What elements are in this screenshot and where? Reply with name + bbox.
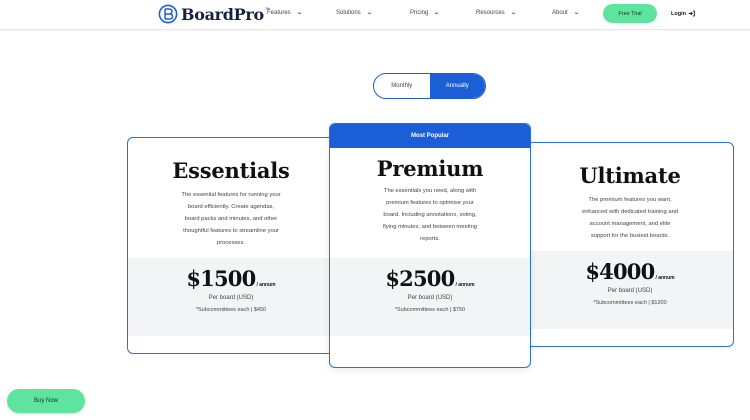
toggle-monthly[interactable]: Monthly <box>374 74 430 98</box>
subcommittee-note: *Subcommittees each | $450 <box>195 307 267 313</box>
desc-line: account management, and elite <box>589 221 671 227</box>
chevron-down-icon: ⌄ <box>295 10 303 16</box>
chevron-down-icon: ⌄ <box>572 10 580 16</box>
desc-line: processes. <box>216 240 246 246</box>
nav-item-label: Pricing <box>410 9 429 16</box>
price-amount: $2500 <box>385 266 455 291</box>
login-link[interactable]: Login <box>671 10 695 17</box>
nav-item-label: About <box>552 9 568 16</box>
chevron-down-icon: ⌄ <box>433 10 441 16</box>
desc-line: flying minutes, and between meeting <box>382 224 478 230</box>
chevron-down-icon: ⌄ <box>365 10 373 16</box>
per-board-note: Per board (USD) <box>407 295 453 301</box>
price-section: $1500/ annum Per board (USD) *Subcommitt… <box>128 258 334 336</box>
logo-text: BoardPro <box>181 4 264 24</box>
price: $2500/ annum <box>330 266 530 291</box>
price-period: / annum <box>256 282 276 288</box>
buy-now-button[interactable]: Buy Now <box>7 389 85 413</box>
desc-line: board efficiently. Create agendas, <box>187 204 275 210</box>
nav-item-label: Resources <box>476 9 505 16</box>
chevron-down-icon: ⌄ <box>509 10 517 16</box>
plan-name: Ultimate <box>579 163 681 188</box>
free-trial-button[interactable]: Free Trial <box>603 4 657 23</box>
plan-card-ultimate: Ultimate The premium features you want, … <box>526 142 734 347</box>
most-popular-badge: Most Popular <box>330 124 530 148</box>
top-nav: BoardPro ™ Features ⌄ Solutions ⌄ Pricin… <box>0 0 750 30</box>
desc-line: board packs and minutes, and other <box>184 216 278 222</box>
nav-item-solutions[interactable]: Solutions ⌄ <box>336 9 373 17</box>
subcommittee-note: *Subcommittees each | $1200 <box>593 300 667 306</box>
desc-line: The essentials you need, along with <box>383 188 477 194</box>
per-board-note: Per board (USD) <box>607 288 653 294</box>
plan-name: Essentials <box>172 158 290 183</box>
price-amount: $1500 <box>186 266 256 291</box>
desc-line: support for the busiest boards. <box>590 233 670 239</box>
desc-line: enhanced with dedicated training and <box>581 209 679 215</box>
price-section: $2500/ annum Per board (USD) *Subcommitt… <box>330 258 530 336</box>
plan-card-premium: Most Popular Premium The essentials you … <box>329 123 531 368</box>
nav-item-pricing[interactable]: Pricing ⌄ <box>410 9 441 17</box>
desc-line: board. Including annotations, voting, <box>383 212 477 218</box>
price-period: / annum <box>655 275 675 281</box>
per-board-note: Per board (USD) <box>208 295 254 301</box>
price-amount: $4000 <box>585 259 655 284</box>
toggle-annually[interactable]: Annually <box>429 74 485 98</box>
desc-line: thoughtful features to streamline your <box>183 228 279 234</box>
nav-item-label: Features <box>267 9 291 16</box>
desc-line: premium features to optimise your <box>386 200 474 206</box>
price: $4000/ annum <box>527 259 733 284</box>
plan-name: Premium <box>376 156 484 181</box>
desc-line: The essential features for running your <box>181 192 281 198</box>
plan-description: The premium features you want, enhanced … <box>527 194 733 242</box>
nav-item-about[interactable]: About ⌄ <box>552 9 580 17</box>
nav-item-label: Solutions <box>336 9 361 16</box>
subcommittee-note: *Subcommittees each | $750 <box>394 307 466 313</box>
desc-line: reports. <box>420 236 440 242</box>
billing-toggle: Monthly Annually <box>373 73 486 99</box>
price-period: / annum <box>455 282 475 288</box>
nav-item-resources[interactable]: Resources ⌄ <box>476 9 517 17</box>
login-arrow-icon <box>688 10 695 17</box>
logo[interactable]: BoardPro ™ <box>158 3 270 25</box>
price: $1500/ annum <box>128 266 334 291</box>
price-section: $4000/ annum Per board (USD) *Subcommitt… <box>527 251 733 329</box>
plan-card-essentials: Essentials The essential features for ru… <box>127 137 335 354</box>
plan-description: The essentials you need, along with prem… <box>330 185 530 245</box>
nav-item-features[interactable]: Features ⌄ <box>267 9 303 17</box>
desc-line: The premium features you want, <box>588 197 672 203</box>
boardpro-logo-icon <box>158 4 178 24</box>
login-label: Login <box>671 10 686 17</box>
plan-description: The essential features for running your … <box>128 189 334 249</box>
